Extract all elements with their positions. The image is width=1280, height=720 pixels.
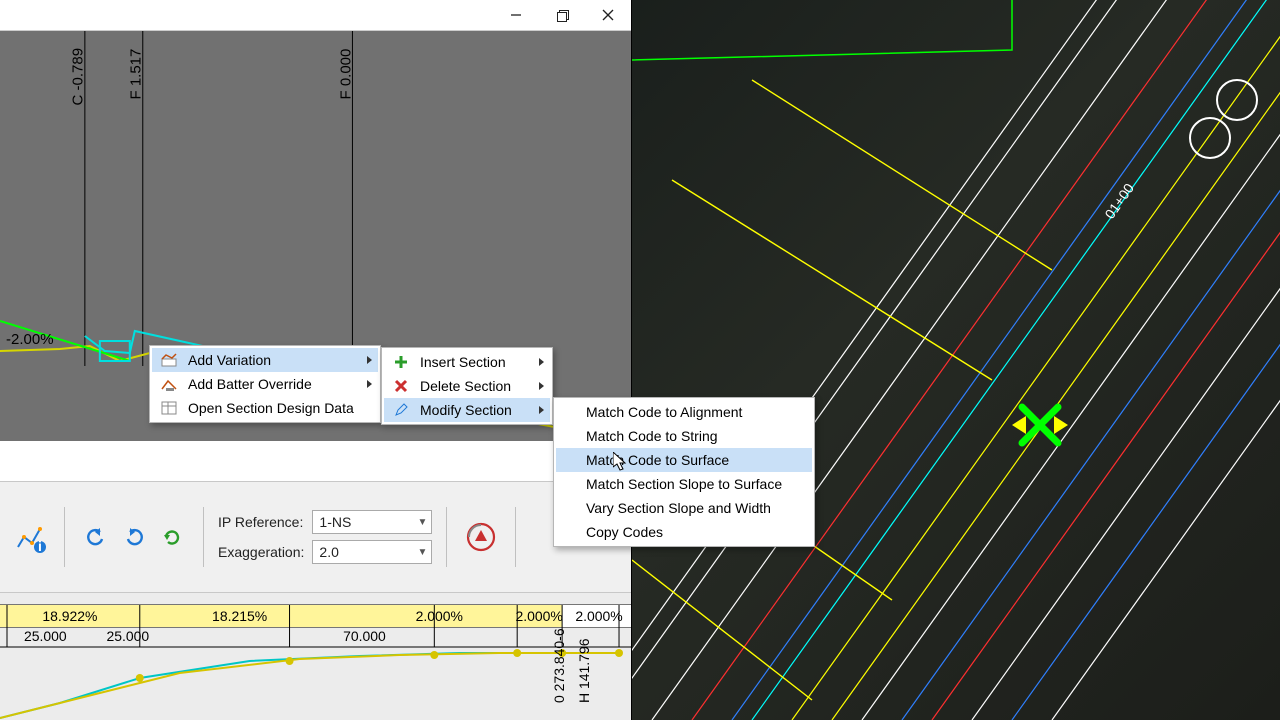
marker-label-0: C -0.789 <box>70 48 87 106</box>
menu-copy-codes[interactable]: Copy Codes <box>556 520 812 544</box>
exaggeration-combo[interactable]: 2.0 ▼ <box>312 540 432 564</box>
menu-label: Modify Section <box>420 402 512 418</box>
submenu-arrow-icon <box>539 358 544 366</box>
menu-label: Match Section Slope to Surface <box>586 476 782 492</box>
menu-delete-section[interactable]: Delete Section <box>384 374 550 398</box>
section-data-icon <box>156 396 182 420</box>
svg-text:70.000: 70.000 <box>343 628 386 644</box>
insert-icon <box>388 350 414 374</box>
menu-label: Match Code to Alignment <box>586 404 742 420</box>
menu-label: Copy Codes <box>586 524 663 540</box>
marker-label-2: F 0.000 <box>338 49 355 100</box>
menu-modify-section[interactable]: Modify Section <box>384 398 550 422</box>
exaggeration-value: 2.0 <box>319 544 338 560</box>
svg-text:H 141.796: H 141.796 <box>576 638 592 703</box>
svg-text:25.000: 25.000 <box>24 628 67 644</box>
menu-open-section-design-data[interactable]: Open Section Design Data <box>152 396 378 420</box>
menu-add-variation[interactable]: Add Variation <box>152 348 378 372</box>
profile-strip[interactable]: 18.922% 18.215% 2.000% 2.000% 2.000% 25.… <box>0 593 631 720</box>
redo-button[interactable] <box>117 520 151 554</box>
menu-match-code-alignment[interactable]: Match Code to Alignment <box>556 400 812 424</box>
menu-label: Add Batter Override <box>188 376 312 392</box>
menu-match-code-surface[interactable]: Match Code to Surface <box>556 448 812 472</box>
menu-insert-section[interactable]: Insert Section <box>384 350 550 374</box>
menu-label: Add Variation <box>188 352 271 368</box>
svg-text:2.000%: 2.000% <box>575 608 622 624</box>
toolbar: i IP Reference: 1-NS ▼ Exaggeration: <box>0 481 631 593</box>
chevron-down-icon: ▼ <box>418 517 428 528</box>
svg-text:18.922%: 18.922% <box>42 608 97 624</box>
delete-icon <box>388 374 414 398</box>
add-variation-icon <box>156 348 182 372</box>
ip-reference-label: IP Reference: <box>218 514 304 530</box>
menu-vary-section-slope-width[interactable]: Vary Section Slope and Width <box>556 496 812 520</box>
close-button[interactable] <box>585 0 631 30</box>
minimize-button[interactable] <box>493 0 539 30</box>
menu-label: Vary Section Slope and Width <box>586 500 771 516</box>
svg-text:2.000%: 2.000% <box>416 608 463 624</box>
undo-button[interactable] <box>79 520 113 554</box>
submenu-arrow-icon <box>367 380 372 388</box>
context-menu-1: Add Variation Add Batter Override Open S… <box>149 345 381 423</box>
context-menu-3: Match Code to Alignment Match Code to St… <box>553 397 815 547</box>
modify-icon <box>388 398 414 422</box>
svg-text:2.000%: 2.000% <box>515 608 562 624</box>
menu-label: Match Code to Surface <box>586 452 729 468</box>
menu-match-code-string[interactable]: Match Code to String <box>556 424 812 448</box>
submenu-arrow-icon <box>539 382 544 390</box>
menu-label: Delete Section <box>420 378 511 394</box>
plan-view[interactable]: 01+00 <box>632 0 1280 720</box>
refresh-button[interactable] <box>155 520 189 554</box>
titlebar <box>0 0 631 31</box>
submenu-arrow-icon <box>539 406 544 414</box>
svg-text:25.000: 25.000 <box>106 628 149 644</box>
chevron-down-icon: ▼ <box>418 547 428 558</box>
menu-label: Insert Section <box>420 354 506 370</box>
svg-text:i: i <box>38 538 42 554</box>
tool-main-icon[interactable]: i <box>6 515 50 559</box>
warning-tool-icon[interactable] <box>461 517 501 557</box>
menu-add-batter-override[interactable]: Add Batter Override <box>152 372 378 396</box>
svg-text:0 273.840-6: 0 273.840-6 <box>551 628 567 703</box>
submenu-arrow-icon <box>367 356 372 364</box>
context-menu-2: Insert Section Delete Section Modify Sec… <box>381 347 553 425</box>
restore-button[interactable] <box>539 0 585 30</box>
ip-reference-combo[interactable]: 1-NS ▼ <box>312 510 432 534</box>
gap-strip <box>0 441 631 481</box>
menu-label: Match Code to String <box>586 428 718 444</box>
menu-match-section-slope-surface[interactable]: Match Section Slope to Surface <box>556 472 812 496</box>
exaggeration-label: Exaggeration: <box>218 544 304 560</box>
menu-label: Open Section Design Data <box>188 400 354 416</box>
marker-label-1: F 1.517 <box>128 49 145 100</box>
station-label: 01+00 <box>1101 180 1137 222</box>
svg-text:18.215%: 18.215% <box>212 608 267 624</box>
ip-reference-value: 1-NS <box>319 514 351 530</box>
slope-label: -2.00% <box>6 331 54 348</box>
batter-icon <box>156 372 182 396</box>
